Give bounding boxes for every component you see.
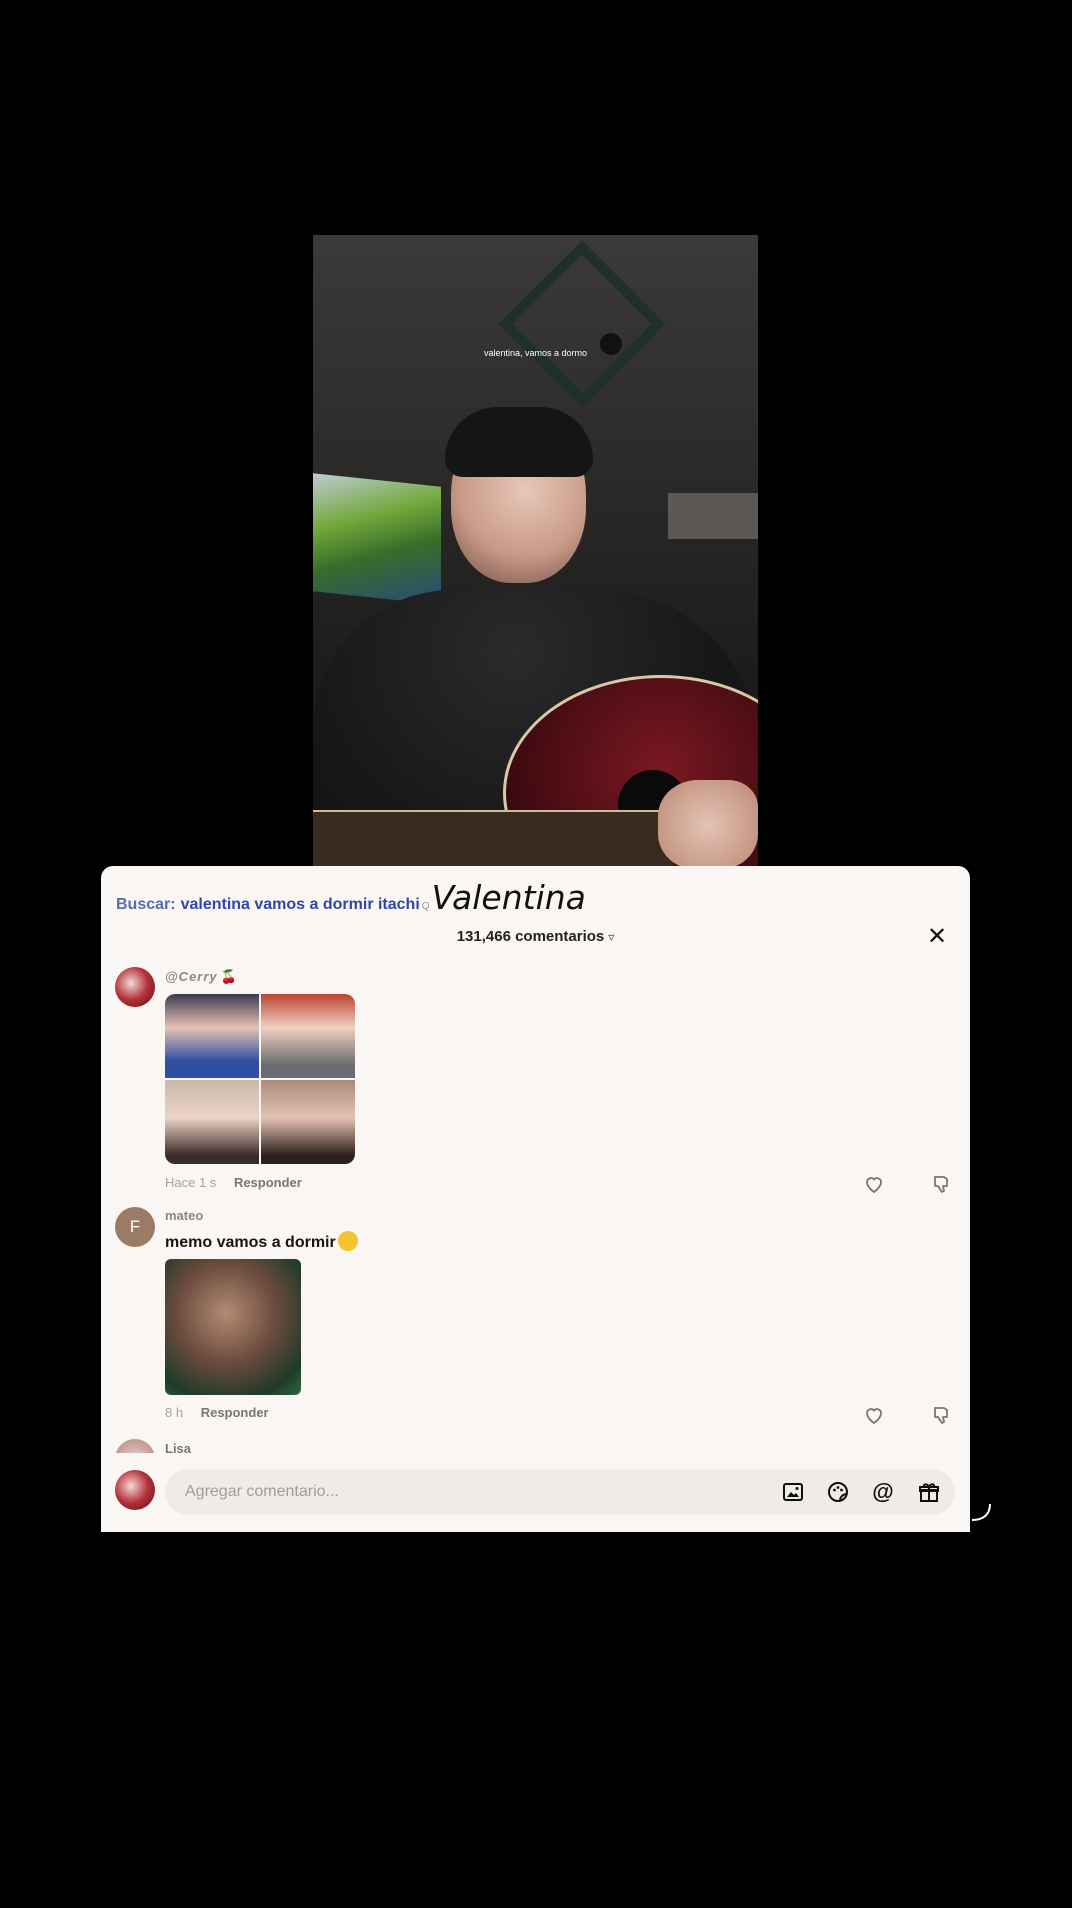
image-icon[interactable]: [781, 1480, 805, 1504]
close-icon[interactable]: ✕: [924, 924, 950, 950]
crying-face-emoji-icon: [337, 1231, 358, 1251]
comment-username[interactable]: @Cerry 🍒: [165, 969, 238, 985]
video-caption: valentina, vamos a dormo: [483, 348, 588, 358]
swipe-indicator-icon: [971, 1503, 991, 1521]
cap-shape: [445, 407, 593, 477]
photo-tile: [165, 994, 259, 1078]
search-query-link[interactable]: valentina vamos a dormir itachi: [181, 896, 420, 914]
comment-photo[interactable]: [165, 1259, 301, 1395]
photo-tile: [261, 994, 355, 1078]
avatar[interactable]: [115, 967, 155, 1007]
search-label: Buscar:: [116, 896, 176, 913]
cherry-emoji: 🍒: [220, 969, 238, 984]
at-icon[interactable]: @: [871, 1480, 895, 1504]
guitar-neck-shape: [313, 810, 673, 867]
video-player[interactable]: valentina, vamos a dormo: [313, 235, 758, 867]
avatar[interactable]: F: [115, 1207, 155, 1247]
search-icon: Q: [421, 901, 430, 912]
comment-meta: 8 h Responder: [165, 1405, 269, 1420]
comment-time: Hace 1 s: [165, 1175, 217, 1190]
comment-meta: Hace 1 s Responder: [165, 1175, 302, 1190]
filter-icon[interactable]: ▿: [608, 930, 614, 944]
comment-time: 8 h: [165, 1405, 184, 1420]
comments-panel: Buscar: valentina vamos a dormir itachi …: [101, 866, 970, 1532]
comment-username[interactable]: mateo: [165, 1208, 203, 1223]
tv-screen-shape: [313, 473, 441, 605]
comments-count-label: 131,466 comentarios: [456, 928, 605, 945]
reply-button[interactable]: Responder: [234, 1175, 302, 1190]
search-suggestion[interactable]: Buscar: valentina vamos a dormir itachi …: [116, 878, 586, 918]
comment-text-value: memo vamos a dormir: [165, 1234, 336, 1251]
air-conditioner-shape: [668, 493, 758, 539]
comment-text: memo vamos a dormir: [165, 1231, 358, 1252]
overlay-text: Valentina: [431, 878, 586, 917]
gift-icon[interactable]: [917, 1480, 941, 1504]
hand-shape: [658, 780, 758, 867]
heart-icon[interactable]: [862, 1403, 886, 1427]
sticker-icon[interactable]: [826, 1480, 850, 1504]
comment-composer: @: [101, 1453, 970, 1532]
comments-count: 131,466 comentarios ▿: [101, 928, 970, 945]
reply-button[interactable]: Responder: [201, 1405, 269, 1420]
avatar: [115, 1470, 155, 1510]
dislike-icon[interactable]: [930, 1403, 954, 1427]
photo-tile: [165, 1080, 259, 1164]
comment-photo-grid[interactable]: [165, 994, 355, 1164]
heart-icon[interactable]: [862, 1172, 886, 1196]
dislike-icon[interactable]: [930, 1172, 954, 1196]
username-text: @Cerry: [165, 969, 218, 984]
photo-tile: [261, 1080, 355, 1164]
ceiling-lamp-shape: [498, 240, 666, 408]
